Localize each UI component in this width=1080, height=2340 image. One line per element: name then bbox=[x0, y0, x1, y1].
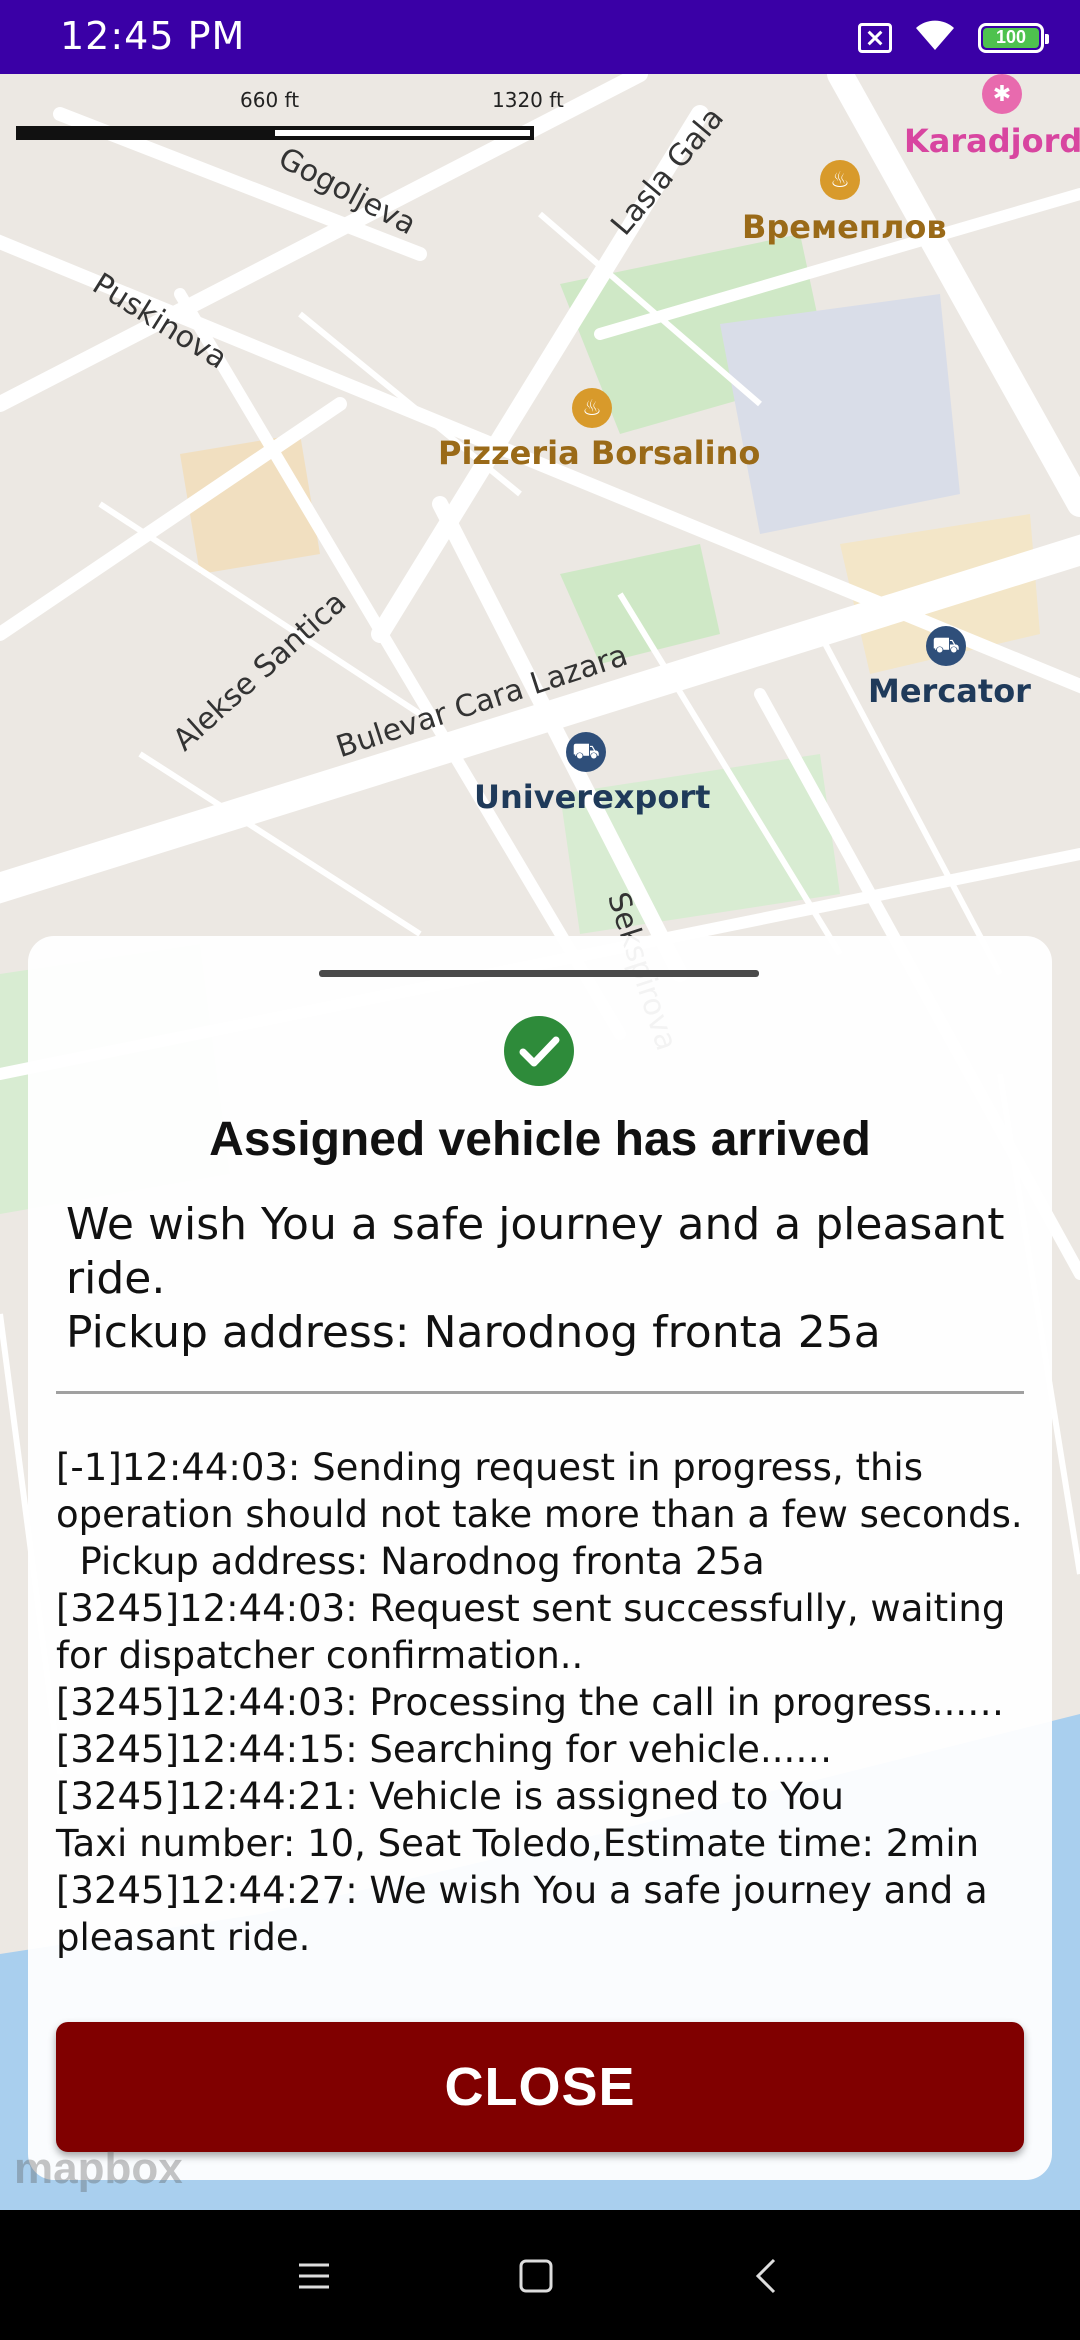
poi-karadjordj: Karadjordj bbox=[904, 122, 1080, 160]
poi-mercator: Mercator bbox=[868, 672, 1031, 710]
message-line-1: We wish You a safe journey and a pleasan… bbox=[66, 1199, 1005, 1304]
dialog-title: Assigned vehicle has arrived bbox=[209, 1113, 871, 1166]
status-time: 12:45 PM bbox=[60, 14, 246, 58]
restaurant-icon: ♨ bbox=[820, 160, 860, 200]
navigation-bar bbox=[0, 2210, 1080, 2340]
status-icons: 100 bbox=[858, 18, 1049, 57]
status-bar: 12:45 PM 100 bbox=[0, 0, 1080, 74]
poi-univerexport: Univerexport bbox=[474, 778, 711, 816]
status-log: [-1]12:44:03: Sending request in progres… bbox=[56, 1446, 1023, 1959]
scale-label-1: 660 ft bbox=[240, 88, 300, 112]
shop-icon: ✱ bbox=[982, 74, 1022, 114]
battery-level: 100 bbox=[983, 27, 1039, 48]
shopping-cart-icon: ⛟ bbox=[566, 732, 606, 772]
back-icon[interactable] bbox=[736, 2246, 796, 2306]
poi-vremeplov: Времеплов bbox=[742, 208, 947, 246]
restaurant-icon: ♨ bbox=[572, 388, 612, 428]
sim-off-icon bbox=[858, 22, 892, 53]
dialog-message: We wish You a safe journey and a pleasan… bbox=[66, 1198, 1016, 1360]
home-icon[interactable] bbox=[506, 2246, 566, 2306]
battery-icon: 100 bbox=[978, 22, 1049, 53]
arrival-dialog: Assigned vehicle has arrived We wish You… bbox=[28, 936, 1052, 2180]
divider bbox=[56, 1391, 1024, 1394]
shopping-cart-icon: ⛟ bbox=[926, 626, 966, 666]
message-line-2: Pickup address: Narodnog fronta 25a bbox=[66, 1307, 881, 1358]
scale-label-2: 1320 ft bbox=[492, 88, 564, 112]
menu-icon[interactable] bbox=[284, 2246, 344, 2306]
wifi-icon bbox=[914, 18, 956, 57]
close-button[interactable]: CLOSE bbox=[56, 2022, 1024, 2152]
drag-handle[interactable] bbox=[319, 970, 759, 977]
scale-bar bbox=[16, 126, 534, 140]
mapbox-logo: mapbox bbox=[14, 2144, 183, 2193]
check-circle-icon bbox=[504, 1016, 574, 1086]
poi-pizzeria-borsalino: Pizzeria Borsalino bbox=[438, 434, 761, 472]
